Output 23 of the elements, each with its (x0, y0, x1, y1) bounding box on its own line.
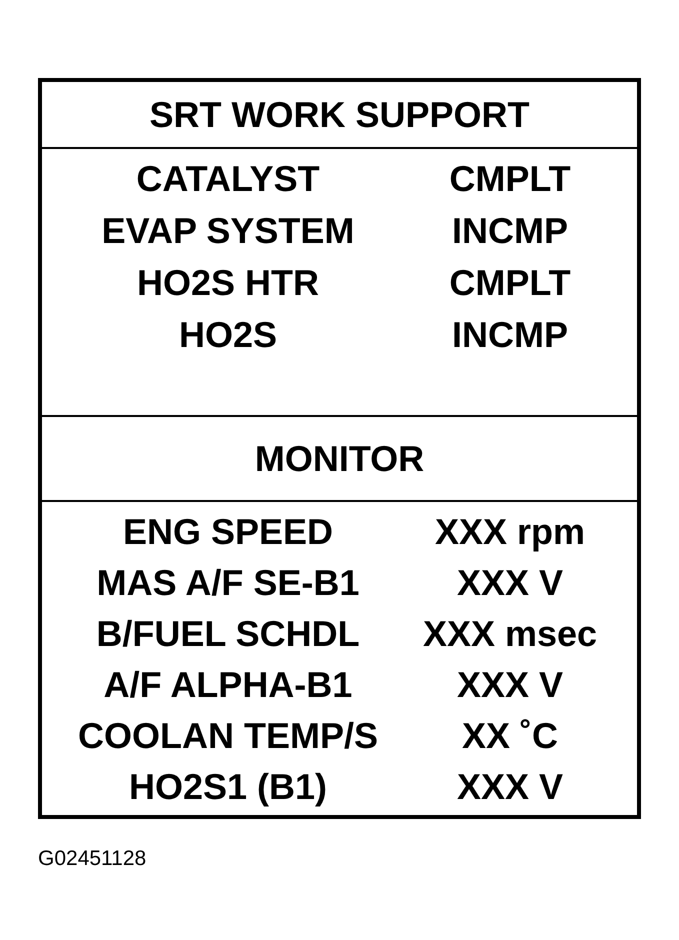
item-label: HO2S HTR (136, 265, 320, 301)
item-status: INCMP (452, 213, 568, 249)
item-value: XXX V (456, 666, 564, 702)
item-label: MAS A/F SE-B1 (96, 564, 360, 600)
item-label: CATALYST (136, 161, 320, 197)
item-label: COOLAN TEMP/S (78, 718, 378, 754)
section-title: MONITOR (254, 440, 424, 476)
figure-id: G02451128 (38, 848, 146, 869)
item-status: INCMP (452, 317, 568, 353)
item-label: B/FUEL SCHDL (96, 616, 360, 652)
item-value: XXX V (456, 768, 564, 804)
item-label: ENG SPEED (122, 514, 334, 550)
item-label: EVAP SYSTEM (102, 213, 354, 249)
item-status: CMPLT (449, 161, 571, 197)
item-value: XX ˚C (462, 718, 558, 754)
panel-title: SRT WORK SUPPORT (149, 96, 530, 132)
item-label: HO2S (178, 317, 278, 353)
item-value: XXX msec (422, 616, 598, 652)
item-value: XXX V (456, 564, 564, 600)
item-value: XXX rpm (434, 514, 586, 550)
item-label: A/F ALPHA-B1 (104, 666, 352, 702)
item-label: HO2S1 (B1) (128, 768, 328, 804)
item-status: CMPLT (449, 265, 571, 301)
